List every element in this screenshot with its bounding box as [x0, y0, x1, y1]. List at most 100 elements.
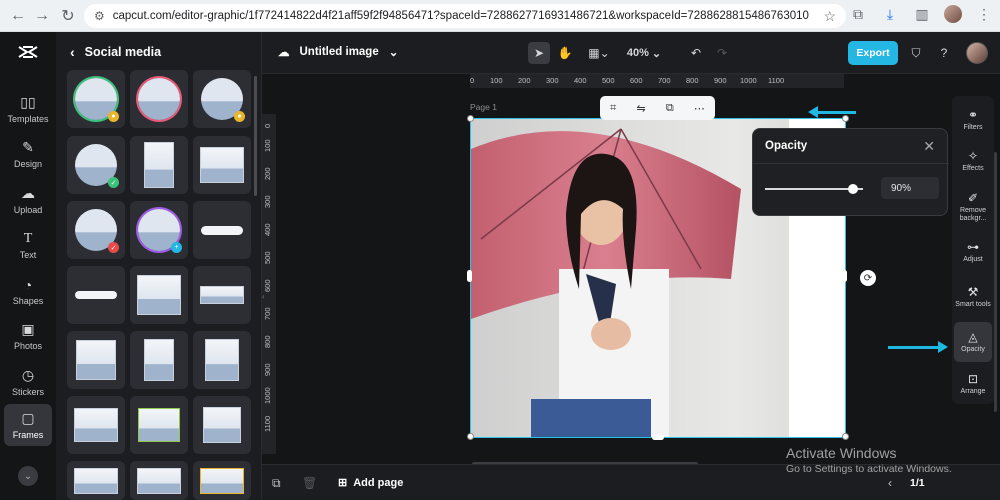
ruler-tick: 1000	[263, 387, 272, 404]
rail-item-shapes[interactable]: ◔ Shapes	[4, 270, 52, 312]
bookmark-star-icon[interactable]: ☆	[823, 8, 836, 25]
horizontal-ruler: 0 100 200 300 400 500 600 700 800 900 10…	[470, 74, 844, 88]
rail-item-templates[interactable]: ▯▯ Templates	[4, 88, 52, 130]
frame-tile[interactable]: ✓	[67, 201, 125, 259]
prop-adjust[interactable]: ⊶ Adjust	[954, 232, 992, 272]
rotate-icon[interactable]: ⟳	[860, 270, 876, 286]
frame-tile[interactable]	[67, 331, 125, 389]
opacity-value-input[interactable]: 90%	[881, 177, 939, 199]
resize-handle-bottom-left[interactable]	[467, 433, 474, 440]
rail-item-photos[interactable]: ▣ Photos	[4, 315, 52, 357]
profile-avatar[interactable]	[944, 5, 962, 23]
opacity-slider-thumb[interactable]	[848, 184, 859, 194]
undo-icon[interactable]: ↶	[686, 42, 706, 64]
right-scrollbar[interactable]	[994, 152, 997, 412]
frame-tile[interactable]	[130, 461, 188, 500]
check-badge-icon: ✓	[108, 242, 119, 253]
resize-handle-bottom-right[interactable]	[842, 433, 849, 440]
export-button[interactable]: Export	[848, 41, 898, 65]
rail-item-upload[interactable]: ☁ Upload	[4, 179, 52, 221]
flip-icon[interactable]: ⇋	[636, 102, 645, 115]
design-icon: ✎	[22, 139, 34, 155]
templates-icon: ▯▯	[20, 94, 36, 110]
frame-tile[interactable]	[193, 331, 251, 389]
ruler-tick: 600	[263, 279, 272, 292]
sidebar-icon[interactable]: ▥	[912, 4, 932, 24]
shield-icon[interactable]: ⛉	[906, 42, 926, 64]
prev-page-icon[interactable]: ‹	[888, 476, 892, 490]
download-icon[interactable]: ⤓	[880, 4, 900, 24]
expand-icon[interactable]: ⌄	[18, 466, 38, 486]
frame-preview	[138, 78, 180, 120]
frame-tile[interactable]	[193, 396, 251, 454]
back-chevron-icon[interactable]: ‹	[70, 44, 75, 60]
vertical-ruler: 0 100 200 300 400 500 600 700 800 900 10…	[262, 114, 276, 454]
reload-icon[interactable]: ↻	[56, 4, 80, 28]
frame-tile[interactable]	[130, 266, 188, 324]
frame-tile[interactable]	[67, 266, 125, 324]
prop-label: Effects	[962, 165, 984, 173]
text-icon: T	[23, 230, 33, 246]
add-page-button[interactable]: ⊞ Add page	[338, 476, 403, 490]
frame-tile[interactable]	[130, 331, 188, 389]
document-title-area[interactable]: ☁ Untitled image ⌄	[278, 45, 398, 59]
site-settings-icon[interactable]: ⚙	[94, 9, 105, 23]
extensions-icon[interactable]: ⧉	[848, 4, 868, 24]
close-icon[interactable]: ✕	[923, 138, 935, 155]
frame-tile[interactable]	[130, 136, 188, 194]
forward-arrow-icon[interactable]: →	[30, 4, 54, 28]
frame-tile[interactable]: ●	[67, 70, 125, 128]
resize-handle-top-right[interactable]	[842, 115, 849, 122]
layout-tool-icon[interactable]: ▦⌄	[584, 42, 614, 64]
cloud-save-icon: ☁	[278, 47, 290, 59]
select-tool-icon[interactable]: ➤	[528, 42, 550, 64]
effects-icon: ✧	[967, 148, 979, 163]
hand-tool-icon[interactable]: ✋	[554, 42, 576, 64]
back-arrow-icon[interactable]: ←	[6, 4, 30, 28]
user-avatar[interactable]	[966, 42, 988, 64]
frame-tile[interactable]	[193, 266, 251, 324]
prop-filters[interactable]: ⚭ Filters	[954, 100, 992, 140]
help-icon[interactable]: ?	[934, 42, 954, 64]
menu-dots-icon[interactable]: ⋮	[974, 4, 994, 24]
address-bar[interactable]: ⚙ capcut.com/editor-graphic/1f772414822d…	[84, 4, 846, 28]
resize-handle-bottom[interactable]	[652, 435, 664, 440]
zoom-dropdown[interactable]: 40% ⌄	[622, 42, 666, 64]
frame-tile[interactable]	[193, 201, 251, 259]
prop-arrange[interactable]: ⊡ Arrange	[954, 364, 992, 404]
resize-handle-right[interactable]	[842, 270, 847, 282]
frame-tile[interactable]: ✓	[67, 136, 125, 194]
resize-handle-left[interactable]	[467, 270, 472, 282]
frame-tile[interactable]: ●	[193, 70, 251, 128]
frame-tile[interactable]	[67, 396, 125, 454]
crop-icon[interactable]: ⌗	[610, 102, 616, 115]
frame-tile[interactable]	[67, 461, 125, 500]
frame-tile[interactable]: +	[130, 201, 188, 259]
prop-smart-tools[interactable]: ⚒ Smart tools	[954, 274, 992, 320]
frame-tile[interactable]	[193, 461, 251, 500]
prop-remove-background[interactable]: ✐ Remove backgr...	[954, 184, 992, 230]
frame-tile[interactable]	[130, 396, 188, 454]
rail-item-frames[interactable]: ▢ Frames	[4, 404, 52, 446]
collapse-panel-icon[interactable]: ‹	[262, 292, 268, 310]
prop-opacity[interactable]: ◬ Opacity	[954, 322, 992, 362]
capcut-logo[interactable]	[16, 44, 40, 62]
resize-handle-top-left[interactable]	[467, 115, 474, 122]
more-dots-icon[interactable]: ⋯	[694, 102, 705, 115]
document-title[interactable]: Untitled image	[300, 46, 379, 58]
duplicate-icon[interactable]: ⧉	[666, 102, 674, 115]
chevron-down-icon[interactable]: ⌄	[389, 45, 399, 59]
duplicate-page-icon[interactable]: ⧉	[272, 476, 281, 491]
redo-icon[interactable]: ↷	[712, 42, 732, 64]
rail-item-design[interactable]: ✎ Design	[4, 133, 52, 175]
rail-item-text[interactable]: T Text	[4, 224, 52, 266]
trash-icon[interactable]: 🗑	[302, 476, 317, 490]
frame-tile[interactable]	[130, 70, 188, 128]
panel-scrollbar[interactable]	[254, 76, 257, 196]
frame-tile[interactable]	[193, 136, 251, 194]
prop-effects[interactable]: ✧ Effects	[954, 141, 992, 181]
rail-item-stickers[interactable]: ◷ Stickers	[4, 361, 52, 403]
divider	[753, 163, 949, 164]
prop-label: Adjust	[963, 256, 983, 264]
ruler-tick: 500	[602, 76, 615, 85]
